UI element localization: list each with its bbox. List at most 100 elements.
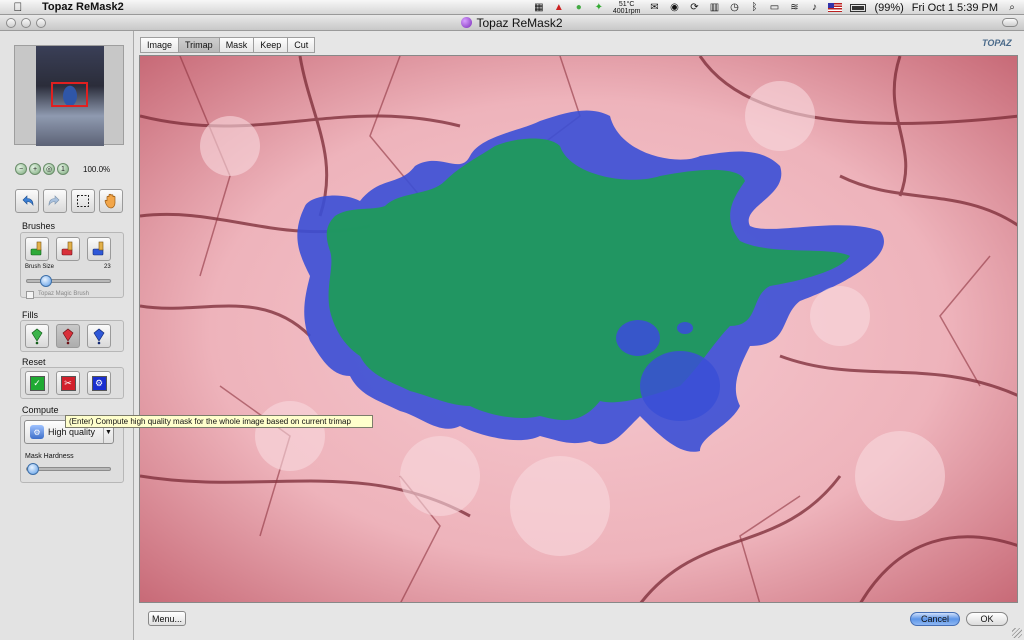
- tab-mask[interactable]: Mask: [218, 37, 254, 53]
- compute-gear-icon: ⚙: [30, 425, 44, 439]
- status-chat-icon[interactable]: ✉: [648, 2, 660, 13]
- reset-keep-button[interactable]: ✓: [25, 371, 49, 395]
- zoom-out-icon[interactable]: −: [15, 163, 27, 175]
- cancel-button[interactable]: Cancel: [910, 612, 960, 626]
- remask-logo-icon: [461, 17, 473, 28]
- zoom-controls: − + ◎ 1 100.0%: [15, 163, 110, 175]
- menu-button[interactable]: Menu...: [148, 611, 186, 626]
- battery-icon[interactable]: [850, 3, 867, 12]
- status-android-icon[interactable]: ●: [573, 2, 585, 13]
- zoom-fit-icon[interactable]: ◎: [43, 163, 55, 175]
- clock[interactable]: Fri Oct 1 5:39 PM: [912, 2, 998, 14]
- toolbar-toggle-icon[interactable]: [1002, 18, 1018, 27]
- reset-compute-button[interactable]: ⚙: [87, 371, 111, 395]
- tab-keep[interactable]: Keep: [253, 37, 288, 53]
- status-grid-icon[interactable]: ▥: [708, 2, 720, 13]
- green-brush-icon: [30, 241, 42, 256]
- view-tabs: Image Trimap Mask Keep Cut: [140, 37, 316, 53]
- zoom-actual-icon[interactable]: 1: [57, 163, 69, 175]
- tab-image[interactable]: Image: [140, 37, 179, 53]
- navigator-viewport-box[interactable]: [51, 82, 88, 107]
- brush-size-slider-knob[interactable]: [39, 275, 52, 287]
- green-fill-icon: [31, 328, 43, 345]
- status-bluetooth-icon[interactable]: ᛒ: [748, 2, 760, 13]
- zoom-window-icon[interactable]: [36, 18, 46, 28]
- redo-icon: [48, 195, 60, 207]
- compute-label: Compute: [22, 405, 59, 415]
- status-area: ▦ ▲ ● ✦ 51°C 4001rpm ✉ ◉ ⟳ ▥ ◷ ᛒ ▭ ≋ ♪ (…: [533, 0, 1024, 15]
- red-fill-icon: [62, 328, 74, 345]
- blue-brush-icon: [92, 241, 104, 256]
- redo-button[interactable]: [43, 189, 67, 213]
- cut-fill-button[interactable]: [56, 324, 80, 348]
- compute-quality-value: High quality: [48, 427, 96, 437]
- menu-bar:  Topaz ReMask2 ▦ ▲ ● ✦ 51°C 4001rpm ✉ ◉…: [0, 0, 1024, 15]
- magic-brush-checkbox[interactable]: [26, 291, 34, 299]
- window-titlebar[interactable]: Topaz ReMask2: [0, 15, 1024, 31]
- status-flame-icon[interactable]: ▲: [553, 2, 565, 13]
- temperature-readout[interactable]: 51°C 4001rpm: [613, 1, 641, 15]
- brush-size-label: Brush Size: [25, 264, 55, 270]
- window-title: Topaz ReMask2: [461, 15, 563, 30]
- status-evernote-icon[interactable]: ✦: [593, 2, 605, 13]
- battery-percent[interactable]: (99%): [874, 2, 903, 14]
- brush-size-value: 23: [104, 264, 111, 270]
- app-window: Topaz ReMask2 − + ◎ 1 100.0% Brushes Bru…: [0, 15, 1024, 640]
- brushes-label: Brushes: [22, 221, 56, 231]
- input-source-flag-icon[interactable]: [828, 3, 843, 12]
- ok-button[interactable]: OK: [966, 612, 1008, 626]
- window-resize-grip[interactable]: [1012, 628, 1022, 638]
- status-skype-icon[interactable]: ◉: [668, 2, 680, 13]
- keep-brush-button[interactable]: [25, 237, 49, 261]
- selection-tool-button[interactable]: [71, 189, 95, 213]
- keep-fill-button[interactable]: [25, 324, 49, 348]
- status-sync-icon[interactable]: ⟳: [688, 2, 700, 13]
- mask-hardness-slider[interactable]: [26, 463, 111, 475]
- reset-keep-icon: ✓: [29, 375, 45, 391]
- tool-panel: − + ◎ 1 100.0% Brushes Brush Size 23 Top…: [0, 31, 134, 640]
- red-brush-icon: [61, 241, 73, 256]
- hand-icon: [104, 193, 116, 209]
- topaz-logo-text: TOPAZ: [982, 38, 1012, 48]
- reset-label: Reset: [22, 357, 46, 367]
- undo-button[interactable]: [15, 189, 39, 213]
- spotlight-search-icon[interactable]: ⌕: [1006, 2, 1018, 13]
- window-controls: [6, 18, 46, 28]
- fan-speed-value: 4001rpm: [612, 7, 641, 15]
- close-window-icon[interactable]: [6, 18, 16, 28]
- marquee-icon: [77, 195, 89, 207]
- status-wifi-icon[interactable]: ≋: [788, 2, 800, 13]
- app-menu[interactable]: Topaz ReMask2: [42, 1, 124, 13]
- status-display-icon[interactable]: ▭: [768, 2, 780, 13]
- minimize-window-icon[interactable]: [21, 18, 31, 28]
- status-apps-icon[interactable]: ▦: [533, 2, 545, 13]
- mask-hardness-label: Mask Hardness: [25, 453, 74, 460]
- blue-fill-icon: [93, 328, 105, 345]
- zoom-in-icon[interactable]: +: [29, 163, 41, 175]
- apple-menu-icon[interactable]: : [8, 0, 28, 14]
- compute-brush-button[interactable]: [87, 237, 111, 261]
- reset-compute-icon: ⚙: [91, 375, 107, 391]
- tab-trimap[interactable]: Trimap: [178, 37, 219, 53]
- trimap-canvas[interactable]: [139, 55, 1018, 603]
- fills-label: Fills: [22, 310, 38, 320]
- status-time-machine-icon[interactable]: ◷: [728, 2, 740, 13]
- mask-hardness-slider-knob[interactable]: [27, 463, 39, 475]
- tab-cut[interactable]: Cut: [287, 37, 316, 53]
- reset-cut-icon: ✂: [60, 375, 76, 391]
- hand-tool-button[interactable]: [99, 189, 123, 213]
- zoom-level: 100.0%: [83, 164, 111, 174]
- temperature-value: 51°C: [618, 0, 635, 8]
- topaz-logo: TOPAZ: [982, 35, 1018, 51]
- trimap-image: [140, 56, 1017, 602]
- magic-brush-label: Topaz Magic Brush: [38, 291, 90, 297]
- compute-fill-button[interactable]: [87, 324, 111, 348]
- navigator-preview[interactable]: [14, 45, 124, 146]
- window-title-text: Topaz ReMask2: [476, 15, 563, 30]
- undo-icon: [22, 195, 34, 207]
- reset-cut-button[interactable]: ✂: [56, 371, 80, 395]
- status-volume-icon[interactable]: ♪: [808, 2, 820, 13]
- cut-brush-button[interactable]: [56, 237, 80, 261]
- brush-size-slider[interactable]: [26, 275, 111, 287]
- compute-tooltip: (Enter) Compute high quality mask for th…: [65, 415, 373, 428]
